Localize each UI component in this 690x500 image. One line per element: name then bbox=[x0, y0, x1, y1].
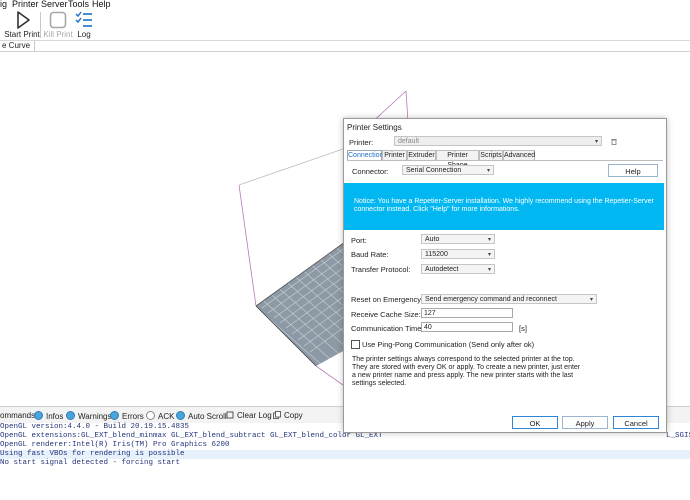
tab-scripts[interactable]: Scripts bbox=[479, 150, 503, 160]
settings-info-text: The printer settings always correspond t… bbox=[352, 356, 581, 387]
connector-select[interactable]: Serial Connection ▾ bbox=[402, 165, 494, 175]
warnings-toggle-icon bbox=[66, 411, 75, 420]
chevron-down-icon: ▾ bbox=[487, 252, 491, 258]
chevron-down-icon: ▾ bbox=[487, 267, 491, 273]
connector-label: Connector: bbox=[352, 167, 389, 176]
chevron-down-icon: ▾ bbox=[486, 168, 490, 174]
communication-timeout-input[interactable]: 40 bbox=[421, 322, 513, 332]
tab-extruder[interactable]: Extruder bbox=[407, 150, 436, 160]
baud-rate-label: Baud Rate: bbox=[351, 250, 389, 259]
reset-on-emergency-label: Reset on Emergency bbox=[351, 295, 422, 304]
ping-pong-checkbox[interactable] bbox=[351, 340, 360, 349]
kill-print-label: Kill Print bbox=[43, 30, 73, 39]
repetier-server-notice: Notice: You have a Repetier-Server insta… bbox=[344, 183, 664, 230]
errors-filter[interactable]: Errors bbox=[110, 411, 144, 421]
transfer-protocol-label: Transfer Protocol: bbox=[351, 265, 411, 274]
start-print-button[interactable]: Start Print bbox=[4, 10, 40, 40]
dialog-title: Printer Settings bbox=[347, 123, 402, 132]
auto-scroll-toggle[interactable]: Auto Scroll bbox=[176, 411, 227, 421]
log-output[interactable]: OpenGL version:4.4.0 - Build 20.19.15.48… bbox=[0, 423, 690, 500]
apply-button[interactable]: Apply bbox=[562, 416, 608, 429]
infos-filter[interactable]: Infos bbox=[34, 411, 63, 421]
menu-item-tools[interactable]: Tools bbox=[68, 0, 89, 9]
log-line: Using fast VBOs for rendering is possibl… bbox=[0, 450, 690, 459]
clear-log-button[interactable]: Clear Log bbox=[226, 411, 272, 420]
infos-toggle-icon bbox=[34, 411, 43, 420]
ack-toggle-icon bbox=[146, 411, 155, 420]
help-button[interactable]: Help bbox=[608, 164, 658, 177]
menu-bar: ig Printer Server Tools Help bbox=[0, 0, 690, 10]
log-label: Log bbox=[77, 30, 91, 39]
tab-connection[interactable]: Connection bbox=[347, 150, 383, 160]
printer-label: Printer: bbox=[349, 138, 374, 147]
chevron-down-icon: ▾ bbox=[589, 297, 593, 303]
play-icon bbox=[17, 11, 30, 29]
copy-log-button[interactable]: Copy bbox=[273, 411, 303, 420]
menu-item-config[interactable]: ig bbox=[0, 0, 7, 9]
log-list-icon bbox=[75, 11, 92, 27]
menu-item-server[interactable]: Server bbox=[41, 0, 68, 9]
menu-item-printer[interactable]: Printer bbox=[12, 0, 39, 9]
tab-printer-shape[interactable]: Printer Shape bbox=[436, 150, 479, 169]
baud-rate-select[interactable]: 115200 ▾ bbox=[421, 249, 495, 259]
clear-log-icon bbox=[226, 411, 234, 419]
auto-scroll-icon bbox=[176, 411, 185, 420]
ack-filter[interactable]: ACK bbox=[146, 411, 174, 421]
receive-cache-label: Receive Cache Size: bbox=[351, 310, 421, 319]
warnings-filter[interactable]: Warnings bbox=[66, 411, 112, 421]
menu-item-help[interactable]: Help bbox=[92, 0, 111, 9]
view-tab-strip: e Curve bbox=[0, 41, 690, 52]
errors-toggle-icon bbox=[110, 411, 119, 420]
log-line: No start signal detected - forcing start bbox=[0, 459, 181, 467]
kill-print-button[interactable]: Kill Print bbox=[42, 10, 74, 40]
start-print-label: Start Print bbox=[4, 30, 40, 39]
log-line: OpenGL renderer:Intel(R) Iris(TM) Pro Gr… bbox=[0, 441, 230, 449]
tab-advanced[interactable]: Advanced bbox=[503, 150, 535, 160]
cancel-button[interactable]: Cancel bbox=[613, 416, 659, 429]
chevron-down-icon: ▾ bbox=[594, 139, 598, 145]
log-button[interactable]: Log bbox=[74, 10, 94, 40]
reset-on-emergency-select[interactable]: Send emergency command and reconnect ▾ bbox=[421, 294, 597, 304]
port-label: Port: bbox=[351, 236, 367, 245]
receive-cache-input[interactable]: 127 bbox=[421, 308, 513, 318]
log-line: OpenGL extensions:GL_EXT_blend_minmax GL… bbox=[0, 432, 690, 440]
ping-pong-label: Use Ping-Pong Communication (Send only a… bbox=[362, 340, 535, 349]
commands-filter[interactable]: ommands bbox=[0, 411, 35, 420]
chevron-down-icon: ▾ bbox=[487, 237, 491, 243]
printer-select[interactable]: default ▾ bbox=[394, 136, 602, 146]
stop-icon bbox=[49, 11, 67, 29]
tab-printer[interactable]: Printer bbox=[382, 150, 407, 160]
printer-settings-dialog: Printer Settings Printer: default ▾ Conne… bbox=[343, 118, 667, 433]
trash-icon[interactable] bbox=[611, 138, 617, 145]
tab-curve[interactable]: e Curve bbox=[0, 41, 36, 51]
copy-icon bbox=[273, 411, 281, 419]
transfer-protocol-select[interactable]: Autodetect ▾ bbox=[421, 264, 495, 274]
ok-button[interactable]: OK bbox=[512, 416, 558, 429]
timeout-unit-label: [s] bbox=[519, 324, 527, 333]
port-select[interactable]: Auto ▾ bbox=[421, 234, 495, 244]
main-toolbar: Start Print Kill Print Log bbox=[0, 10, 690, 41]
toolbar-separator bbox=[40, 12, 41, 38]
